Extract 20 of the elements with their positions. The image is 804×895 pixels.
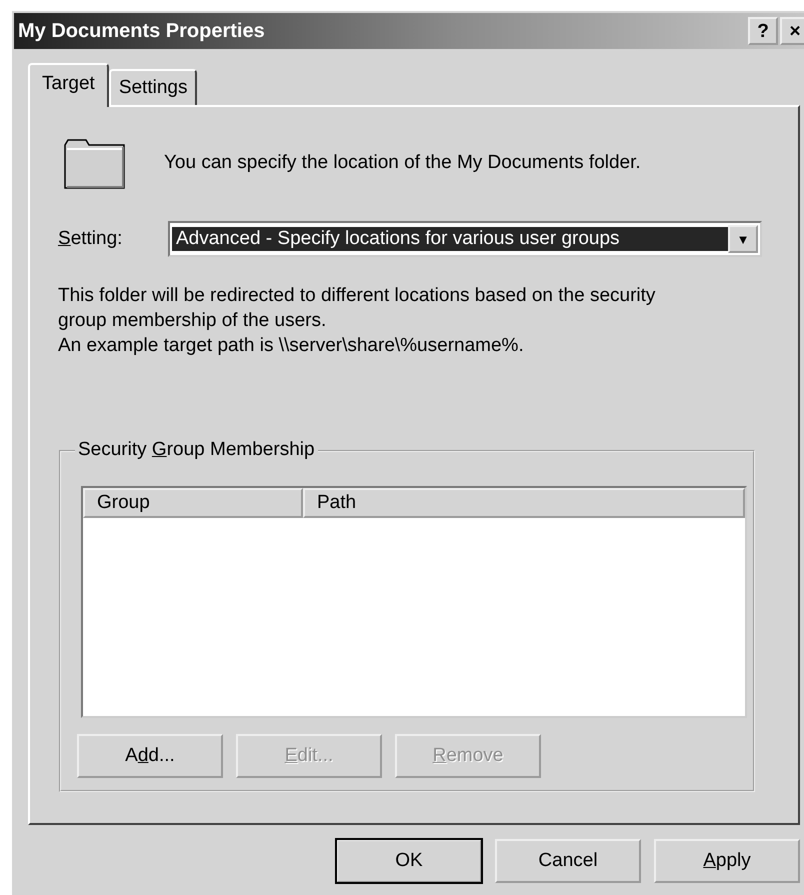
description-text: This folder will be redirected to different locations based on the security group membership of the users.	[58, 284, 656, 333]
tab[interactable]: Settings	[108, 69, 198, 105]
dialog-button[interactable]: OK	[336, 839, 482, 883]
intro-text: You can specify the location of the My Documents folder.	[164, 152, 641, 174]
column-header[interactable]: Path	[303, 488, 745, 518]
folder-icon	[64, 137, 126, 189]
help-button[interactable]: ?	[748, 17, 778, 45]
column-header[interactable]: Group	[83, 488, 303, 518]
dropdown-button[interactable]: ▼	[728, 225, 758, 253]
setting-label: Setting:	[58, 228, 124, 250]
group-list[interactable]: Group Path	[81, 486, 747, 718]
window-title: My Documents Properties	[18, 20, 265, 42]
tab[interactable]: Target	[28, 63, 109, 107]
description-text: An example target path is \\server\share\%username%.	[58, 334, 525, 358]
close-button[interactable]: ×	[780, 17, 804, 45]
group-box-label: Security Group Membership	[75, 439, 318, 461]
dialog-button[interactable]: Apply	[654, 839, 800, 883]
setting-dropdown[interactable]: Advanced - Specify locations for various user groups ▼	[168, 221, 762, 257]
group-button[interactable]: Add...	[77, 734, 223, 778]
dialog-button[interactable]: Cancel	[495, 839, 641, 883]
